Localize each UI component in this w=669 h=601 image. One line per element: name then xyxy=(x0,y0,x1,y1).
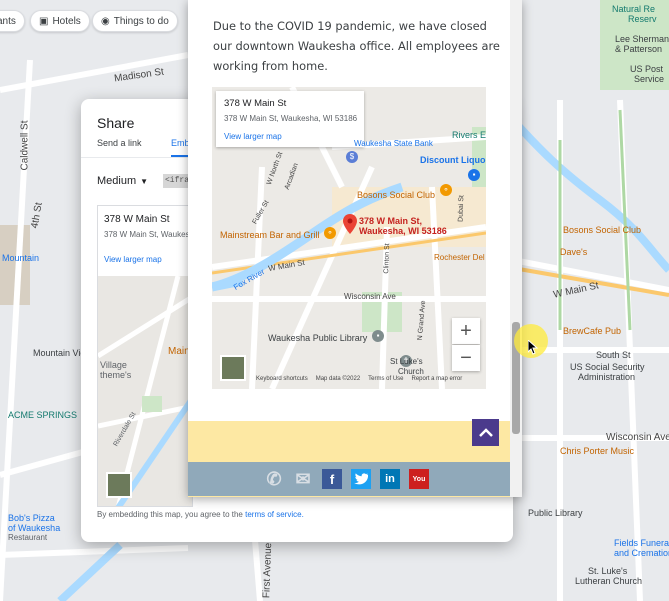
map-label: South St xyxy=(596,350,631,360)
map-label: US Post xyxy=(630,64,664,74)
map-label: Public Library xyxy=(528,508,583,518)
chip-restaurants[interactable]: ants xyxy=(0,10,25,32)
map-label: Bosons Social Club xyxy=(357,190,436,200)
map-label: Waukesha State Bank xyxy=(354,139,433,148)
embed-place-title: 378 W Main St xyxy=(224,98,287,109)
map-label: Service xyxy=(634,74,665,84)
preview-place-title: 378 W Main St xyxy=(104,214,170,225)
dropdown-arrow-icon: ▼ xyxy=(140,176,149,186)
map-label: Discount Liquo xyxy=(420,155,486,165)
chevron-up-icon xyxy=(478,427,493,437)
map-label: Dubai St xyxy=(457,194,466,223)
map-label: Mountain xyxy=(2,253,40,263)
covid-notice: Due to the COVID 19 pandemic, we have cl… xyxy=(213,19,500,73)
youtube-icon[interactable]: You xyxy=(409,469,429,489)
embed-place-address: 378 W Main St, Waukesha, WI 53186 xyxy=(224,114,358,123)
map-label: Wisconsin Ave xyxy=(344,292,396,301)
satellite-thumbnail[interactable] xyxy=(220,355,246,381)
email-icon[interactable]: ✉ xyxy=(293,469,313,489)
map-data-text: Map data ©2022 xyxy=(315,376,361,382)
chip-label: Things to do xyxy=(113,15,169,27)
mouse-cursor-icon xyxy=(528,340,539,355)
map-label: First Avenue xyxy=(261,542,275,599)
map-label: Village xyxy=(100,360,127,370)
bank-icon: $ xyxy=(346,151,358,163)
map-label: Administration xyxy=(578,372,636,382)
pin-label: 378 W Main St, xyxy=(359,216,423,226)
chip-label: ants xyxy=(0,15,16,27)
size-select-value: Medium xyxy=(97,175,137,187)
map-label: Lutheran Church xyxy=(575,576,643,586)
preview-place-address: 378 W Main St, Waukesha, WI 53186 xyxy=(104,230,192,239)
twitter-bird-icon xyxy=(354,473,368,485)
scroll-to-top-button[interactable] xyxy=(472,419,499,446)
preview-place-card: 378 W Main St 378 W Main St, Waukesha, W… xyxy=(98,206,192,276)
linkedin-icon[interactable]: in xyxy=(380,469,400,489)
chip-label: Hotels xyxy=(52,15,81,27)
map-label: BrewCafe Pub xyxy=(563,326,622,336)
shopping-icon: ▪ xyxy=(468,169,480,181)
social-bar: ✆ ✉ f in You xyxy=(188,462,510,496)
preview-larger-map-link[interactable]: View larger map xyxy=(104,255,188,264)
embed-larger-map-link[interactable]: View larger map xyxy=(224,132,356,141)
share-title: Share xyxy=(97,115,135,131)
map-label: and Cremation xyxy=(614,548,669,558)
map-label: Rivers Ed xyxy=(452,130,486,140)
map-label: Waukesha Public Library xyxy=(268,333,368,343)
map-label: ACME SPRINGS xyxy=(8,410,78,420)
chip-things-to-do[interactable]: ◉ Things to do xyxy=(92,10,178,32)
embedded-map[interactable]: 378 W Main St 378 W Main St, Waukesha, W… xyxy=(212,87,486,389)
restaurant-icon: ⚬ xyxy=(324,227,336,239)
map-label: Clinton St xyxy=(383,243,392,274)
map-label: theme's xyxy=(100,370,132,380)
footer-text: By embedding this map, you agree to the xyxy=(97,510,243,519)
map-label: Caldwell St xyxy=(19,120,31,171)
camera-icon: ◉ xyxy=(101,15,110,27)
library-icon: ▪ xyxy=(372,330,384,342)
terms-link[interactable]: terms of service. xyxy=(245,510,304,519)
map-label: Church xyxy=(398,367,424,376)
map-label: Bob's Pizza xyxy=(8,513,55,523)
map-label: Restaurant xyxy=(8,533,48,542)
keyboard-shortcuts-link[interactable]: Keyboard shortcuts xyxy=(256,376,308,386)
size-select[interactable]: Medium ▼ xyxy=(97,175,148,187)
map-label: of Waukesha xyxy=(8,523,61,533)
phone-icon[interactable]: ✆ xyxy=(264,469,284,489)
hotel-icon: ▣ xyxy=(39,15,49,27)
map-label: Chris Porter Music xyxy=(560,446,635,456)
map-label: & Patterson xyxy=(615,44,663,54)
map-label: Dave's xyxy=(560,247,588,257)
map-label: Wisconsin Ave xyxy=(606,432,669,443)
map-label: Reserv xyxy=(628,14,657,24)
twitter-icon[interactable] xyxy=(351,469,371,489)
map-label: St Luke's xyxy=(390,357,423,366)
chip-hotels[interactable]: ▣ Hotels xyxy=(30,10,90,32)
restaurant-icon: ⚬ xyxy=(440,184,452,196)
zoom-out-button[interactable]: − xyxy=(452,345,480,371)
map-label: Natural Re xyxy=(612,4,656,14)
map-label: St. Luke's xyxy=(588,566,628,576)
map-label: Fields Funeral xyxy=(614,538,669,548)
report-error-link[interactable]: Report a map error xyxy=(412,376,463,386)
satellite-thumbnail[interactable] xyxy=(106,472,132,498)
tab-send-link[interactable]: Send a link xyxy=(97,138,142,148)
map-label: Main xyxy=(168,346,190,357)
location-pin-icon[interactable] xyxy=(343,214,357,234)
map-label: Mainstream Bar and Grill xyxy=(220,230,320,240)
map-label: Bosons Social Club xyxy=(563,225,642,235)
map-label: US Social Security xyxy=(570,362,645,372)
map-label: Lee Sherman xyxy=(615,34,669,44)
pin-label: Waukesha, WI 53186 xyxy=(359,226,447,236)
website-popup: Due to the COVID 19 pandemic, we have cl… xyxy=(188,0,522,497)
map-attribution: Keyboard shortcuts Map data ©2022 Terms … xyxy=(256,376,462,386)
terms-link[interactable]: Terms of Use xyxy=(368,376,403,386)
facebook-icon[interactable]: f xyxy=(322,469,342,489)
embed-place-card: 378 W Main St 378 W Main St, Waukesha, W… xyxy=(216,91,364,147)
popup-scrollbar[interactable] xyxy=(510,0,522,497)
share-footer: By embedding this map, you agree to the … xyxy=(97,510,304,519)
embed-preview[interactable]: 378 W Main St 378 W Main St, Waukesha, W… xyxy=(97,205,193,507)
zoom-in-button[interactable]: + xyxy=(452,318,480,344)
map-label: Rochester Del xyxy=(434,253,485,262)
